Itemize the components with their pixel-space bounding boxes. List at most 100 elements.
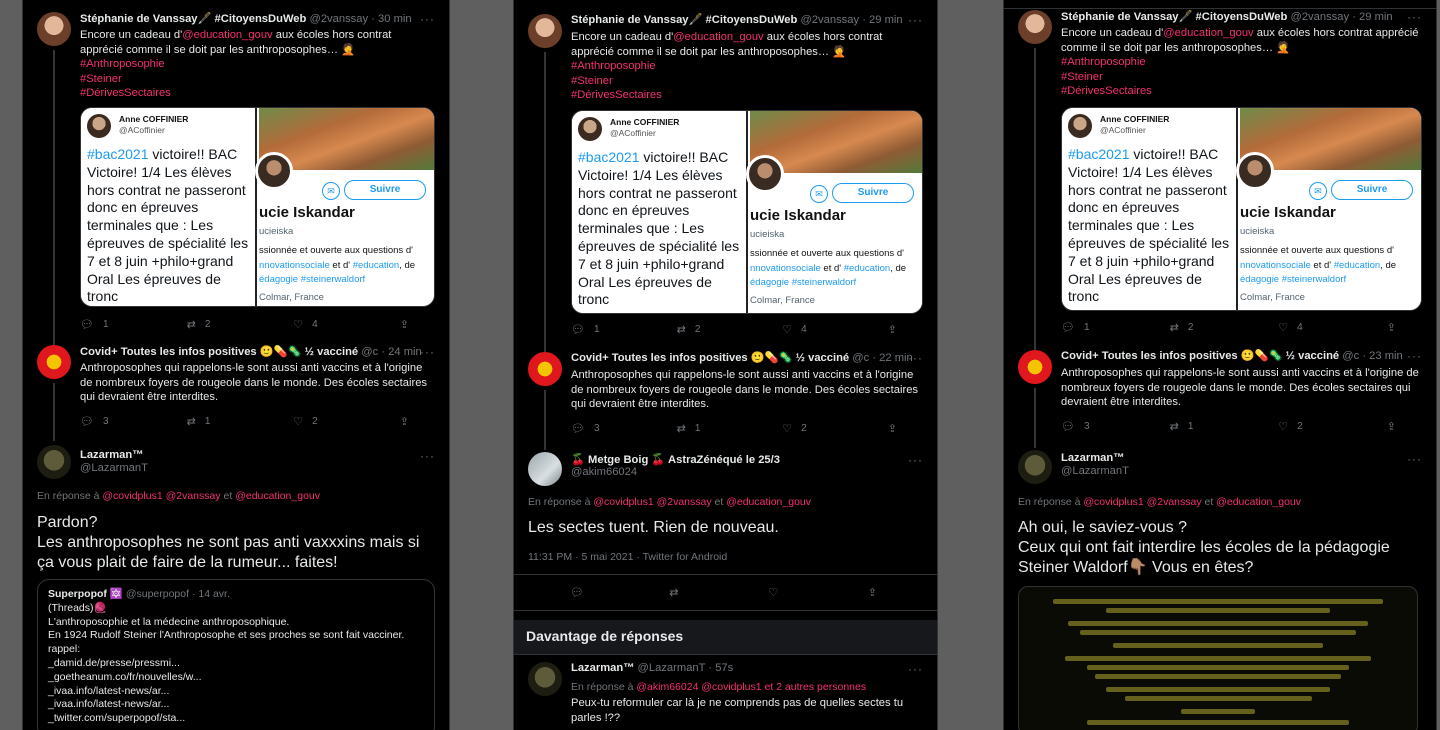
hashtag-link[interactable]: #Steiner — [80, 73, 122, 85]
mention-link[interactable]: @education_gouv — [1163, 27, 1253, 39]
avatar[interactable] — [37, 12, 71, 46]
author-name[interactable]: Stéphanie de Vanssay🖋️ #CitoyensDuWeb — [1061, 11, 1287, 23]
more-icon[interactable]: ··· — [908, 453, 923, 467]
hashtag-link[interactable]: #Anthroposophie — [80, 58, 165, 70]
author-handle[interactable]: @2vanssay — [1290, 11, 1349, 23]
more-icon[interactable]: ··· — [1407, 349, 1422, 363]
avatar[interactable] — [1018, 10, 1052, 44]
mention-link[interactable]: @covidplus1 @2vanssay — [102, 490, 220, 502]
retweet-button[interactable]: ⇄ 1 — [677, 420, 767, 436]
mention-link[interactable]: @education_gouv — [235, 490, 320, 502]
tweet-time[interactable]: 29 min — [869, 14, 903, 26]
author-name[interactable]: Lazarman™ — [80, 449, 143, 461]
retweet-button[interactable]: ⇄ 2 — [677, 321, 767, 337]
author-name[interactable]: Lazarman™ — [571, 662, 634, 674]
like-button[interactable]: ♡ 2 — [1278, 418, 1368, 434]
mention-link[interactable]: @education_gouv — [182, 29, 272, 41]
more-icon[interactable]: ··· — [908, 662, 923, 676]
more-icon[interactable]: ··· — [1407, 10, 1422, 24]
reply-button[interactable]: 💬︎ 1 — [571, 321, 661, 337]
avatar[interactable] — [37, 345, 71, 379]
author-name[interactable]: Covid+ Toutes les infos positives 🙂💊🦠 ½ … — [1061, 350, 1339, 362]
share-button[interactable]: ⇪ — [400, 316, 409, 332]
author-handle[interactable]: @LazarmanT — [1061, 465, 1129, 477]
retweet-button[interactable]: ⇄ 2 — [187, 316, 277, 332]
share-button[interactable]: ⇪ — [888, 321, 897, 337]
reply-button[interactable]: 💬︎ 3 — [1061, 418, 1151, 434]
more-icon[interactable]: ··· — [420, 12, 435, 26]
heart-icon: ♡ — [1278, 321, 1289, 334]
hashtag-link[interactable]: #Anthroposophie — [1061, 56, 1146, 68]
retweet-button[interactable]: ⇄ 1 — [187, 413, 277, 429]
author-handle[interactable]: @2vanssay — [309, 13, 368, 25]
image-card[interactable]: Anne COFFINIER @ACoffinier #bac2021 victo… — [80, 107, 435, 307]
mention-link[interactable]: @akim66024 @covidplus1 — [636, 681, 761, 693]
author-name[interactable]: Covid+ Toutes les infos positives 🙂💊🦠 ½ … — [571, 352, 849, 364]
tweet-time[interactable]: 24 min — [388, 346, 422, 358]
retweet-button[interactable]: ⇄ — [669, 584, 759, 600]
avatar[interactable] — [528, 662, 562, 696]
avatar[interactable] — [1018, 450, 1052, 484]
share-button[interactable]: ⇪ — [400, 413, 409, 429]
hashtag-link[interactable]: #DérivesSectaires — [80, 87, 171, 99]
like-button[interactable]: ♡ — [769, 584, 859, 600]
author-handle[interactable]: @LazarmanT — [80, 462, 148, 474]
like-button[interactable]: ♡ 4 — [1278, 319, 1368, 335]
author-name[interactable]: Stéphanie de Vanssay🖋️ #CitoyensDuWeb — [571, 14, 797, 26]
share-button[interactable]: ⇪ — [1387, 418, 1396, 434]
reply-button[interactable]: 💬︎ — [570, 584, 660, 600]
like-button[interactable]: ♡ 4 — [782, 321, 872, 337]
author-handle[interactable]: @LazarmanT · 57s — [638, 662, 734, 674]
more-icon[interactable]: ··· — [420, 449, 435, 463]
share-button[interactable]: ⇪ — [888, 420, 897, 436]
more-icon[interactable]: ··· — [1407, 452, 1422, 466]
image-card[interactable]: Anne COFFINIER @ACoffinier #bac2021 victo… — [1061, 107, 1422, 311]
author-name[interactable]: Covid+ Toutes les infos positives 🙂💊🦠 ½ … — [80, 346, 358, 358]
tweet-timestamp[interactable]: 11:31 PM · 5 mai 2021 · Twitter for Andr… — [528, 551, 727, 563]
author-name[interactable]: Stéphanie de Vanssay🖋️ #CitoyensDuWeb — [80, 13, 306, 25]
reply-button[interactable]: 💬︎ 1 — [80, 316, 170, 332]
author-handle[interactable]: @akim66024 — [571, 466, 637, 478]
tweet-time[interactable]: 29 min — [1359, 11, 1393, 23]
document-image[interactable] — [1018, 586, 1418, 730]
avatar[interactable] — [528, 452, 562, 486]
avatar[interactable] — [528, 352, 562, 386]
like-button[interactable]: ♡ 2 — [293, 413, 383, 429]
reply-button[interactable]: 💬︎ 3 — [80, 413, 170, 429]
like-button[interactable]: ♡ 2 — [782, 420, 872, 436]
image-card[interactable]: Anne COFFINIER @ACoffinier #bac2021 victo… — [571, 110, 923, 314]
avatar[interactable] — [1018, 350, 1052, 384]
mention-link[interactable]: @covidplus1 @2vanssay — [593, 496, 711, 508]
author-name[interactable]: Lazarman™ — [1061, 452, 1124, 464]
mention-link[interactable]: @education_gouv — [673, 31, 763, 43]
reply-button[interactable]: 💬︎ 3 — [571, 420, 661, 436]
share-button[interactable]: ⇪ — [1387, 319, 1396, 335]
heart-icon: ♡ — [293, 318, 304, 331]
screenshot-canvas: Stéphanie de Vanssay🖋️ #CitoyensDuWeb @2… — [0, 0, 1440, 730]
more-icon[interactable]: ··· — [420, 345, 435, 359]
avatar[interactable] — [528, 14, 562, 48]
avatar — [1236, 152, 1274, 190]
retweet-button[interactable]: ⇄ 2 — [1170, 319, 1260, 335]
hashtag-link[interactable]: #Steiner — [571, 75, 613, 87]
share-button[interactable]: ⇪ — [868, 584, 877, 600]
tweet-lazarman[interactable]: Lazarman™ ··· @LazarmanT En réponse à @c… — [23, 443, 449, 730]
tweet-time[interactable]: 30 min — [378, 13, 412, 25]
mention-link[interactable]: @education_gouv — [1216, 496, 1301, 508]
like-button[interactable]: ♡ 4 — [293, 316, 383, 332]
hashtag-link[interactable]: #DérivesSectaires — [1061, 85, 1152, 97]
author-handle[interactable]: @2vanssay — [800, 14, 859, 26]
more-icon[interactable]: ··· — [908, 13, 923, 27]
reply-button[interactable]: 💬︎ 1 — [1061, 319, 1151, 335]
more-icon[interactable]: ··· — [908, 351, 923, 365]
avatar[interactable] — [37, 445, 71, 479]
retweet-button[interactable]: ⇄ 1 — [1170, 418, 1260, 434]
tweet-time[interactable]: 23 min — [1369, 350, 1403, 362]
author-name[interactable]: 🍒 Metge Boig 🍒 AstraZénéqué le 25/3 — [571, 454, 780, 466]
hashtag-link[interactable]: #Anthroposophie — [571, 60, 656, 72]
hashtag-link[interactable]: #Steiner — [1061, 71, 1103, 83]
quoted-tweet[interactable]: Superpopof 🔯 @superpopof · 14 avr. (Thre… — [37, 579, 435, 730]
mention-link[interactable]: @covidplus1 @2vanssay — [1083, 496, 1201, 508]
hashtag-link[interactable]: #DérivesSectaires — [571, 89, 662, 101]
mention-link[interactable]: @education_gouv — [726, 496, 811, 508]
